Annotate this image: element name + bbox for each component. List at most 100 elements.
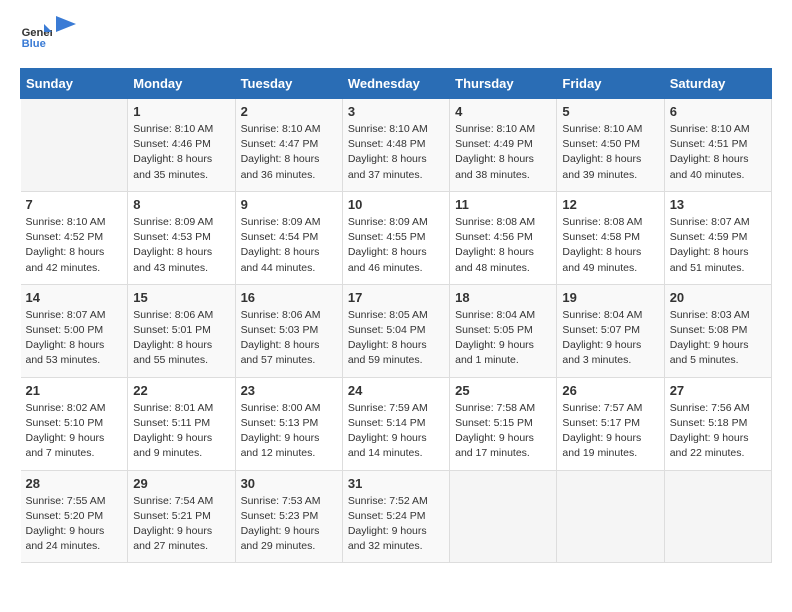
- calendar-week-row: 21Sunrise: 8:02 AM Sunset: 5:10 PM Dayli…: [21, 377, 772, 470]
- calendar-cell: 17Sunrise: 8:05 AM Sunset: 5:04 PM Dayli…: [342, 284, 449, 377]
- day-number: 19: [562, 290, 658, 305]
- calendar-week-row: 28 Sunrise: 7:55 AM Sunset: 5:20 PM Dayli…: [21, 470, 772, 563]
- day-number: 13: [670, 197, 766, 212]
- day-info: Sunrise: 8:10 AM Sunset: 4:51 PM Dayligh…: [670, 122, 766, 183]
- day-info: Sunrise: 8:00 AM Sunset: 5:13 PM Dayligh…: [241, 401, 337, 462]
- calendar-cell: 4 Sunrise: 8:10 AM Sunset: 4:49 PM Daylig…: [450, 99, 557, 192]
- calendar-cell: 23Sunrise: 8:00 AM Sunset: 5:13 PM Dayli…: [235, 377, 342, 470]
- day-number: 22: [133, 383, 229, 398]
- day-info: Sunrise: 7:56 AM Sunset: 5:18 PM Dayligh…: [670, 401, 766, 462]
- calendar-cell: 28 Sunrise: 7:55 AM Sunset: 5:20 PM Dayli…: [21, 470, 128, 563]
- calendar-cell: 31 Sunrise: 7:52 AM Sunset: 5:24 PM Dayli…: [342, 470, 449, 563]
- day-number: 16: [241, 290, 337, 305]
- day-info: Sunrise: 8:02 AM Sunset: 5:10 PM Dayligh…: [26, 401, 123, 462]
- calendar-cell: 30 Sunrise: 7:53 AM Sunset: 5:23 PM Dayli…: [235, 470, 342, 563]
- logo-flag-icon: [56, 16, 76, 46]
- day-number: 2: [241, 104, 337, 119]
- calendar-week-row: 1 Sunrise: 8:10 AM Sunset: 4:46 PM Daylig…: [21, 99, 772, 192]
- day-info: Sunrise: 8:09 AM Sunset: 4:54 PM Dayligh…: [241, 215, 337, 276]
- calendar-cell: 20 Sunrise: 8:03 AM Sunset: 5:08 PM Dayli…: [664, 284, 771, 377]
- weekday-header-row: SundayMondayTuesdayWednesdayThursdayFrid…: [21, 69, 772, 99]
- day-info: Sunrise: 7:59 AM Sunset: 5:14 PM Dayligh…: [348, 401, 444, 462]
- day-number: 24: [348, 383, 444, 398]
- calendar-cell: 19 Sunrise: 8:04 AM Sunset: 5:07 PM Dayli…: [557, 284, 664, 377]
- calendar-cell: [21, 99, 128, 192]
- day-number: 7: [26, 197, 123, 212]
- day-number: 4: [455, 104, 551, 119]
- calendar-body: 1 Sunrise: 8:10 AM Sunset: 4:46 PM Daylig…: [21, 99, 772, 563]
- day-number: 30: [241, 476, 337, 491]
- day-number: 11: [455, 197, 551, 212]
- day-info: Sunrise: 7:58 AM Sunset: 5:15 PM Dayligh…: [455, 401, 551, 462]
- svg-text:Blue: Blue: [22, 38, 46, 50]
- day-number: 27: [670, 383, 766, 398]
- logo: General Blue: [20, 20, 76, 52]
- day-info: Sunrise: 7:55 AM Sunset: 5:20 PM Dayligh…: [26, 494, 123, 555]
- calendar-cell: [450, 470, 557, 563]
- day-info: Sunrise: 8:10 AM Sunset: 4:46 PM Dayligh…: [133, 122, 229, 183]
- day-number: 28: [26, 476, 123, 491]
- day-info: Sunrise: 8:01 AM Sunset: 5:11 PM Dayligh…: [133, 401, 229, 462]
- calendar-cell: 12 Sunrise: 8:08 AM Sunset: 4:58 PM Dayli…: [557, 191, 664, 284]
- weekday-header-tuesday: Tuesday: [235, 69, 342, 99]
- day-number: 26: [562, 383, 658, 398]
- calendar-week-row: 7 Sunrise: 8:10 AM Sunset: 4:52 PM Daylig…: [21, 191, 772, 284]
- weekday-header-friday: Friday: [557, 69, 664, 99]
- day-number: 9: [241, 197, 337, 212]
- day-number: 14: [26, 290, 123, 305]
- weekday-header-saturday: Saturday: [664, 69, 771, 99]
- calendar-cell: 24 Sunrise: 7:59 AM Sunset: 5:14 PM Dayli…: [342, 377, 449, 470]
- day-info: Sunrise: 8:08 AM Sunset: 4:56 PM Dayligh…: [455, 215, 551, 276]
- calendar-cell: 11 Sunrise: 8:08 AM Sunset: 4:56 PM Dayli…: [450, 191, 557, 284]
- calendar-cell: 8Sunrise: 8:09 AM Sunset: 4:53 PM Daylig…: [128, 191, 235, 284]
- calendar-cell: 10Sunrise: 8:09 AM Sunset: 4:55 PM Dayli…: [342, 191, 449, 284]
- day-info: Sunrise: 8:10 AM Sunset: 4:52 PM Dayligh…: [26, 215, 123, 276]
- day-info: Sunrise: 8:10 AM Sunset: 4:47 PM Dayligh…: [241, 122, 337, 183]
- weekday-header-monday: Monday: [128, 69, 235, 99]
- day-info: Sunrise: 7:57 AM Sunset: 5:17 PM Dayligh…: [562, 401, 658, 462]
- day-number: 29: [133, 476, 229, 491]
- calendar-cell: 2 Sunrise: 8:10 AM Sunset: 4:47 PM Daylig…: [235, 99, 342, 192]
- day-info: Sunrise: 8:10 AM Sunset: 4:49 PM Dayligh…: [455, 122, 551, 183]
- day-number: 31: [348, 476, 444, 491]
- day-info: Sunrise: 8:08 AM Sunset: 4:58 PM Dayligh…: [562, 215, 658, 276]
- calendar-cell: 29Sunrise: 7:54 AM Sunset: 5:21 PM Dayli…: [128, 470, 235, 563]
- calendar-week-row: 14 Sunrise: 8:07 AM Sunset: 5:00 PM Dayli…: [21, 284, 772, 377]
- day-info: Sunrise: 8:09 AM Sunset: 4:55 PM Dayligh…: [348, 215, 444, 276]
- day-number: 18: [455, 290, 551, 305]
- page-header: General Blue: [20, 20, 772, 52]
- calendar-cell: 26 Sunrise: 7:57 AM Sunset: 5:17 PM Dayli…: [557, 377, 664, 470]
- calendar-cell: 16 Sunrise: 8:06 AM Sunset: 5:03 PM Dayli…: [235, 284, 342, 377]
- calendar-cell: 22 Sunrise: 8:01 AM Sunset: 5:11 PM Dayli…: [128, 377, 235, 470]
- weekday-header-sunday: Sunday: [21, 69, 128, 99]
- day-number: 25: [455, 383, 551, 398]
- weekday-header-wednesday: Wednesday: [342, 69, 449, 99]
- day-info: Sunrise: 8:06 AM Sunset: 5:01 PM Dayligh…: [133, 308, 229, 369]
- day-number: 20: [670, 290, 766, 305]
- day-info: Sunrise: 8:07 AM Sunset: 4:59 PM Dayligh…: [670, 215, 766, 276]
- day-number: 6: [670, 104, 766, 119]
- calendar-table: SundayMondayTuesdayWednesdayThursdayFrid…: [20, 68, 772, 563]
- day-info: Sunrise: 8:03 AM Sunset: 5:08 PM Dayligh…: [670, 308, 766, 369]
- day-info: Sunrise: 7:53 AM Sunset: 5:23 PM Dayligh…: [241, 494, 337, 555]
- calendar-cell: 1 Sunrise: 8:10 AM Sunset: 4:46 PM Daylig…: [128, 99, 235, 192]
- day-number: 12: [562, 197, 658, 212]
- calendar-cell: 18 Sunrise: 8:04 AM Sunset: 5:05 PM Dayli…: [450, 284, 557, 377]
- calendar-cell: 7 Sunrise: 8:10 AM Sunset: 4:52 PM Daylig…: [21, 191, 128, 284]
- day-info: Sunrise: 8:07 AM Sunset: 5:00 PM Dayligh…: [26, 308, 123, 369]
- day-info: Sunrise: 8:09 AM Sunset: 4:53 PM Dayligh…: [133, 215, 229, 276]
- calendar-cell: 15 Sunrise: 8:06 AM Sunset: 5:01 PM Dayli…: [128, 284, 235, 377]
- day-info: Sunrise: 8:10 AM Sunset: 4:48 PM Dayligh…: [348, 122, 444, 183]
- day-number: 1: [133, 104, 229, 119]
- calendar-cell: 14 Sunrise: 8:07 AM Sunset: 5:00 PM Dayli…: [21, 284, 128, 377]
- day-info: Sunrise: 8:04 AM Sunset: 5:05 PM Dayligh…: [455, 308, 551, 369]
- calendar-cell: [664, 470, 771, 563]
- weekday-header-thursday: Thursday: [450, 69, 557, 99]
- day-number: 17: [348, 290, 444, 305]
- day-number: 3: [348, 104, 444, 119]
- day-info: Sunrise: 7:52 AM Sunset: 5:24 PM Dayligh…: [348, 494, 444, 555]
- day-info: Sunrise: 8:04 AM Sunset: 5:07 PM Dayligh…: [562, 308, 658, 369]
- day-info: Sunrise: 8:06 AM Sunset: 5:03 PM Dayligh…: [241, 308, 337, 369]
- day-number: 15: [133, 290, 229, 305]
- calendar-header: SundayMondayTuesdayWednesdayThursdayFrid…: [21, 69, 772, 99]
